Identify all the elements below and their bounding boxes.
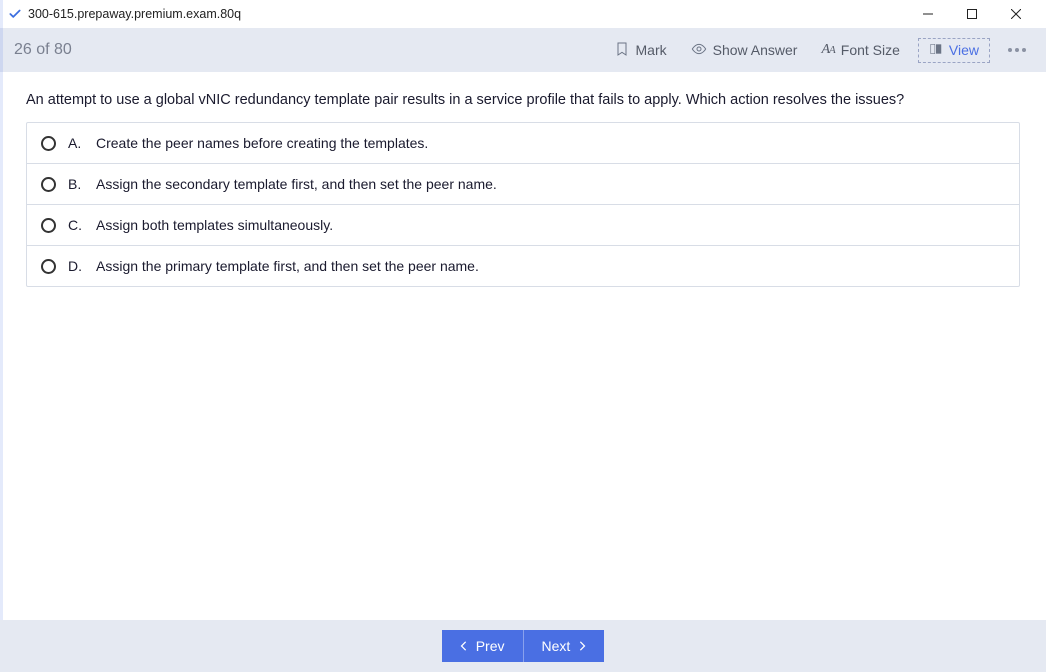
option-a[interactable]: A. Create the peer names before creating… [27, 123, 1019, 164]
footer-bar: Prev Next [0, 620, 1046, 672]
toolbar: 26 of 80 Mark Show Answer AA Font Size V… [0, 28, 1046, 72]
close-button[interactable] [994, 0, 1038, 28]
eye-icon [691, 41, 707, 60]
options-list: A. Create the peer names before creating… [26, 122, 1020, 287]
option-letter: C. [68, 217, 84, 233]
font-size-button[interactable]: AA Font Size [815, 38, 905, 62]
show-answer-button[interactable]: Show Answer [685, 37, 804, 64]
prev-button[interactable]: Prev [442, 630, 524, 662]
show-answer-label: Show Answer [713, 42, 798, 58]
option-letter: B. [68, 176, 84, 192]
more-button[interactable] [1002, 44, 1032, 56]
prev-label: Prev [476, 638, 505, 654]
chevron-left-icon [460, 638, 468, 654]
maximize-button[interactable] [950, 0, 994, 28]
font-size-label: Font Size [841, 42, 900, 58]
option-letter: D. [68, 258, 84, 274]
radio-icon [41, 177, 56, 192]
mark-label: Mark [636, 42, 667, 58]
question-text: An attempt to use a global vNIC redundan… [26, 92, 1020, 108]
question-counter: 26 of 80 [14, 41, 72, 59]
option-c[interactable]: C. Assign both templates simultaneously. [27, 205, 1019, 246]
minimize-button[interactable] [906, 0, 950, 28]
radio-icon [41, 259, 56, 274]
option-letter: A. [68, 135, 84, 151]
view-icon [929, 42, 943, 59]
option-b[interactable]: B. Assign the secondary template first, … [27, 164, 1019, 205]
option-text: Assign both templates simultaneously. [96, 217, 333, 233]
view-label: View [949, 42, 979, 58]
font-size-icon: AA [821, 42, 834, 58]
next-button[interactable]: Next [524, 630, 605, 662]
radio-icon [41, 136, 56, 151]
chevron-right-icon [578, 638, 586, 654]
bookmark-icon [614, 41, 630, 60]
option-d[interactable]: D. Assign the primary template first, an… [27, 246, 1019, 286]
title-bar: 300-615.prepaway.premium.exam.80q [0, 0, 1046, 28]
option-text: Assign the secondary template first, and… [96, 176, 497, 192]
radio-icon [41, 218, 56, 233]
window-title: 300-615.prepaway.premium.exam.80q [28, 7, 241, 21]
app-icon [8, 7, 22, 21]
option-text: Assign the primary template first, and t… [96, 258, 479, 274]
left-accent-bar [0, 0, 3, 672]
content-area: An attempt to use a global vNIC redundan… [0, 72, 1046, 303]
view-button[interactable]: View [918, 38, 990, 63]
option-text: Create the peer names before creating th… [96, 135, 428, 151]
mark-button[interactable]: Mark [608, 37, 673, 64]
next-label: Next [542, 638, 571, 654]
